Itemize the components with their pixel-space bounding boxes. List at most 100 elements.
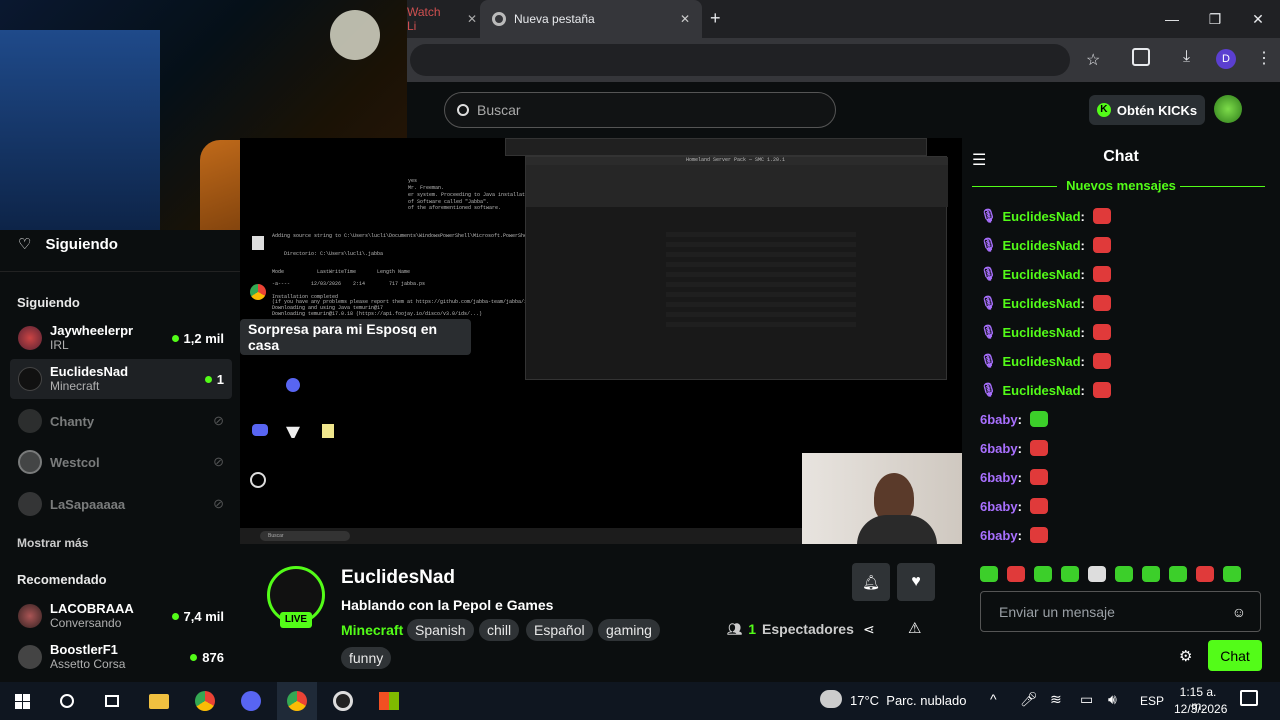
avatar <box>18 492 42 516</box>
close-icon[interactable]: ✕ <box>467 12 477 26</box>
channel-category: IRL <box>50 338 69 352</box>
search-taskbar-button[interactable] <box>47 682 87 720</box>
user-avatar[interactable] <box>1214 95 1242 123</box>
channel-name: Chanty <box>50 413 95 429</box>
sidebar-channel-euclidesnad[interactable]: EuclidesNad Minecraft 1 <box>10 359 232 399</box>
start-button[interactable] <box>2 682 42 720</box>
star-icon[interactable]: ☆ <box>1086 50 1100 70</box>
close-window-button[interactable]: ✕ <box>1246 8 1270 30</box>
emote-icon[interactable] <box>1196 566 1214 582</box>
tab-new-tab[interactable]: Nueva pestaña ✕ <box>480 0 702 38</box>
microphone-icon[interactable]: 🎤︎ <box>1020 691 1038 708</box>
emote-icon[interactable] <box>1223 566 1241 582</box>
chat-username[interactable]: 6baby <box>980 528 1018 543</box>
notification-button[interactable]: 🔔︎ <box>852 563 890 601</box>
store-taskbar-button[interactable] <box>369 682 409 720</box>
get-kicks-button[interactable]: K Obtén KICKs <box>1089 95 1205 125</box>
send-chat-button[interactable]: Chat <box>1208 640 1262 671</box>
chat-username[interactable]: EuclidesNad <box>1003 296 1081 311</box>
chat-username[interactable]: 6baby <box>980 441 1018 456</box>
omnibox[interactable] <box>410 44 1070 76</box>
avatar <box>18 645 42 669</box>
task-view-button[interactable] <box>92 682 132 720</box>
discord-taskbar-button[interactable] <box>231 682 271 720</box>
chat-username[interactable]: EuclidesNad <box>1003 325 1081 340</box>
stream-video-player[interactable]: yes Mr. Freeman. er system. Proceeding t… <box>240 138 962 544</box>
emote-icon[interactable] <box>1061 566 1079 582</box>
emote-icon[interactable] <box>980 566 998 582</box>
live-dot <box>171 334 179 342</box>
sidebar-channel-chanty[interactable]: Chanty ⊘ <box>10 401 232 441</box>
tab-watch-live[interactable]: Watch Li ✕ <box>407 0 477 38</box>
file-explorer-button[interactable] <box>139 682 179 720</box>
chrome-taskbar-button[interactable] <box>185 682 225 720</box>
emote-icon <box>1092 237 1111 253</box>
channel-name[interactable]: EuclidesNad <box>341 567 455 589</box>
chrome-profile-taskbar-button[interactable] <box>277 682 317 720</box>
following-nav-item[interactable]: ♡ Siguiendo <box>18 235 118 254</box>
tab-label: Nueva pestaña <box>514 12 595 26</box>
users-icon: 👥︎ <box>727 622 743 636</box>
category-link[interactable]: Minecraft <box>341 622 403 638</box>
wifi-icon[interactable]: ≋ <box>1050 691 1062 708</box>
minimize-button[interactable]: — <box>1160 8 1184 30</box>
notifications-icon[interactable] <box>1240 690 1258 706</box>
tag-gaming[interactable]: gaming <box>598 619 660 641</box>
get-kicks-label: Obtén KICKs <box>1116 102 1198 118</box>
avatar <box>18 326 42 350</box>
emoji-icon[interactable]: ☺ <box>1232 604 1246 620</box>
tab-label: Watch Li <box>407 5 441 33</box>
emote-icon[interactable] <box>1169 566 1187 582</box>
terminal-line: Directorio: C:\Users\lucli\.jabba <box>284 251 384 257</box>
chevron-up-icon[interactable]: ^ <box>990 691 997 707</box>
volume-icon[interactable]: 🔊︎ <box>1108 691 1117 708</box>
chat-username[interactable]: EuclidesNad <box>1003 267 1081 282</box>
show-more-link[interactable]: Mostrar más <box>17 536 88 550</box>
chat-settings-icon[interactable]: ⚙ <box>1179 647 1192 665</box>
sidebar-channel-lasapaaaaa[interactable]: LaSapaaaaa ⊘ <box>10 484 232 524</box>
chat-username[interactable]: 6baby <box>980 412 1018 427</box>
sidebar-channel-boostlerf1[interactable]: BoostlerF1 Assetto Corsa 876 <box>10 637 232 677</box>
language-indicator[interactable]: ESP <box>1140 694 1164 708</box>
chat-username[interactable]: EuclidesNad <box>1003 238 1081 253</box>
emote-icon[interactable] <box>1034 566 1052 582</box>
sidebar-channel-westcol[interactable]: Westcol ⊘ <box>10 442 232 482</box>
close-icon[interactable]: ✕ <box>680 12 690 26</box>
avatar <box>18 604 42 628</box>
download-icon[interactable]: ⤓ <box>1183 48 1190 66</box>
emote-icon[interactable] <box>1007 566 1025 582</box>
search-input[interactable]: Buscar <box>444 92 836 128</box>
tag-spanish[interactable]: Spanish <box>407 619 474 641</box>
battery-icon[interactable]: ▭ <box>1080 691 1093 708</box>
tag-chill[interactable]: chill <box>479 619 520 641</box>
chat-username[interactable]: EuclidesNad <box>1003 354 1081 369</box>
chat-username[interactable]: EuclidesNad <box>1003 383 1081 398</box>
follow-button[interactable]: ♥ <box>897 563 935 601</box>
menu-icon[interactable]: ⋮ <box>1256 48 1272 68</box>
broadcaster-mic-icon: 🎙︎ <box>980 208 997 223</box>
emote-icon[interactable] <box>1115 566 1133 582</box>
extensions-icon[interactable] <box>1132 48 1150 66</box>
chat-input[interactable]: Enviar un mensaje ☺ <box>980 591 1261 632</box>
divider <box>0 271 240 272</box>
emote-icon[interactable] <box>1088 566 1106 582</box>
chat-username[interactable]: 6baby <box>980 499 1018 514</box>
profile-avatar[interactable]: D <box>1216 49 1236 69</box>
weather-text[interactable]: 17°C Parc. nublado <box>850 693 967 708</box>
obs-taskbar-button[interactable] <box>323 682 363 720</box>
tag-funny[interactable]: funny <box>341 647 392 669</box>
chat-username[interactable]: 6baby <box>980 470 1018 485</box>
emote-icon[interactable] <box>1142 566 1160 582</box>
sidebar-channel-lacobraaa[interactable]: LACOBRAAA Conversando 7,4 mil <box>10 596 232 636</box>
new-tab-button[interactable]: + <box>710 8 721 29</box>
channel-name: EuclidesNad <box>50 364 129 379</box>
maximize-button[interactable]: ❐ <box>1203 8 1227 30</box>
share-icon[interactable]: ⋖ <box>863 621 875 638</box>
chat-username[interactable]: EuclidesNad <box>1003 209 1081 224</box>
clock-date[interactable]: 12/3/2026 <box>1174 702 1227 716</box>
chat-message: 6baby: <box>980 524 1048 546</box>
tag-espanol[interactable]: Español <box>526 619 593 641</box>
sidebar-channel-jaywheelerpr[interactable]: Jaywheelerpr IRL 1,2 mil <box>10 318 232 358</box>
report-icon[interactable]: ⚠ <box>908 619 921 637</box>
file-icon <box>322 424 334 438</box>
